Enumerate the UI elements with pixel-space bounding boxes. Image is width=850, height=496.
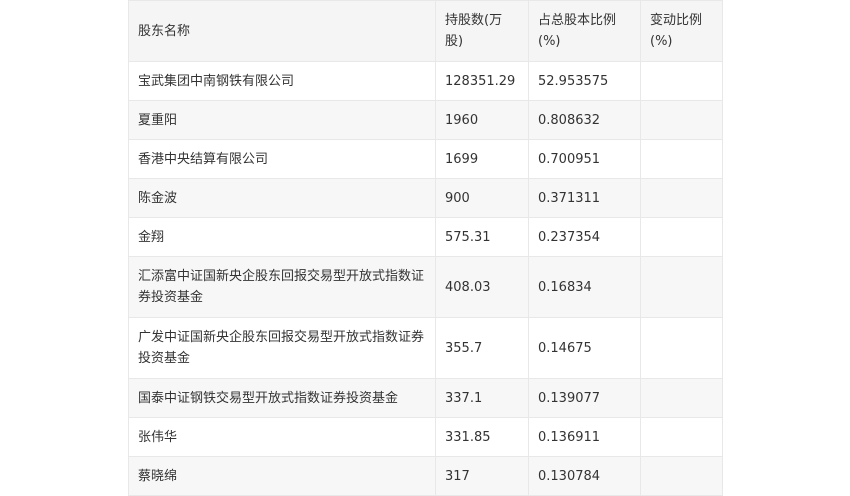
- cell-ratio: 0.808632: [528, 100, 641, 140]
- cell-shares: 128351.29: [435, 61, 529, 101]
- table-row: 蔡晓绵 317 0.130784: [128, 456, 723, 496]
- cell-change: [640, 139, 723, 179]
- cell-name: 金翔: [128, 217, 436, 257]
- table-row: 宝武集团中南钢铁有限公司 128351.29 52.953575: [128, 61, 723, 101]
- header-shareholder-name: 股东名称: [128, 0, 436, 62]
- cell-name: 陈金波: [128, 178, 436, 218]
- cell-shares: 337.1: [435, 378, 529, 418]
- table-row: 夏重阳 1960 0.808632: [128, 100, 723, 140]
- table-header-row: 股东名称 持股数(万股) 占总股本比例(%) 变动比例(%): [128, 0, 723, 62]
- cell-change: [640, 317, 723, 379]
- cell-ratio: 0.237354: [528, 217, 641, 257]
- header-shares: 持股数(万股): [435, 0, 529, 62]
- cell-shares: 575.31: [435, 217, 529, 257]
- cell-ratio: 0.371311: [528, 178, 641, 218]
- cell-ratio: 0.14675: [528, 317, 641, 379]
- table-row: 陈金波 900 0.371311: [128, 178, 723, 218]
- table-row: 汇添富中证国新央企股东回报交易型开放式指数证券投资基金 408.03 0.168…: [128, 256, 723, 318]
- shareholder-table-container: 股东名称 持股数(万股) 占总股本比例(%) 变动比例(%) 宝武集团中南钢铁有…: [128, 0, 723, 496]
- cell-ratio: 0.700951: [528, 139, 641, 179]
- cell-ratio: 52.953575: [528, 61, 641, 101]
- header-ratio: 占总股本比例(%): [528, 0, 641, 62]
- table-row: 金翔 575.31 0.237354: [128, 217, 723, 257]
- cell-name: 国泰中证钢铁交易型开放式指数证券投资基金: [128, 378, 436, 418]
- cell-shares: 1960: [435, 100, 529, 140]
- cell-name: 广发中证国新央企股东回报交易型开放式指数证券投资基金: [128, 317, 436, 379]
- cell-shares: 408.03: [435, 256, 529, 318]
- cell-change: [640, 217, 723, 257]
- cell-change: [640, 456, 723, 496]
- cell-change: [640, 256, 723, 318]
- header-change: 变动比例(%): [640, 0, 723, 62]
- cell-name: 夏重阳: [128, 100, 436, 140]
- cell-ratio: 0.139077: [528, 378, 641, 418]
- cell-change: [640, 61, 723, 101]
- cell-change: [640, 417, 723, 457]
- cell-ratio: 0.136911: [528, 417, 641, 457]
- cell-name: 香港中央结算有限公司: [128, 139, 436, 179]
- table-row: 张伟华 331.85 0.136911: [128, 417, 723, 457]
- cell-shares: 331.85: [435, 417, 529, 457]
- cell-change: [640, 178, 723, 218]
- cell-ratio: 0.16834: [528, 256, 641, 318]
- table-row: 香港中央结算有限公司 1699 0.700951: [128, 139, 723, 179]
- table-row: 广发中证国新央企股东回报交易型开放式指数证券投资基金 355.7 0.14675: [128, 317, 723, 379]
- cell-shares: 317: [435, 456, 529, 496]
- cell-name: 汇添富中证国新央企股东回报交易型开放式指数证券投资基金: [128, 256, 436, 318]
- cell-shares: 900: [435, 178, 529, 218]
- shareholder-table: 股东名称 持股数(万股) 占总股本比例(%) 变动比例(%) 宝武集团中南钢铁有…: [128, 0, 723, 496]
- cell-name: 张伟华: [128, 417, 436, 457]
- cell-change: [640, 378, 723, 418]
- cell-change: [640, 100, 723, 140]
- cell-name: 蔡晓绵: [128, 456, 436, 496]
- cell-name: 宝武集团中南钢铁有限公司: [128, 61, 436, 101]
- cell-shares: 1699: [435, 139, 529, 179]
- table-row: 国泰中证钢铁交易型开放式指数证券投资基金 337.1 0.139077: [128, 378, 723, 418]
- cell-shares: 355.7: [435, 317, 529, 379]
- cell-ratio: 0.130784: [528, 456, 641, 496]
